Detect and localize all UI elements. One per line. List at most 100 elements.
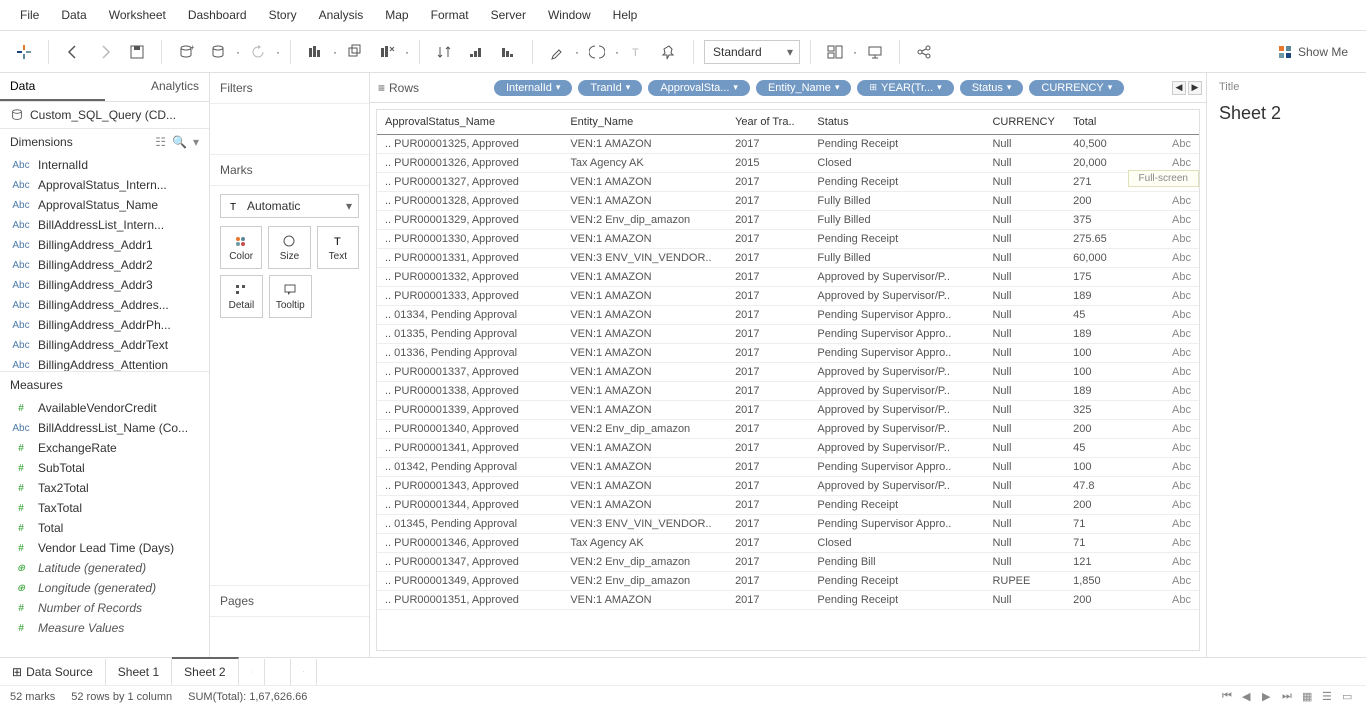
table-row[interactable]: .. PUR00001347, ApprovedVEN:2 Env_dip_am… bbox=[377, 553, 1199, 572]
mark-type-dropdown[interactable]: T Automatic bbox=[220, 194, 359, 218]
new-worksheet-icon[interactable] bbox=[301, 38, 329, 66]
table-row[interactable]: .. PUR00001337, ApprovedVEN:1 AMAZON2017… bbox=[377, 363, 1199, 382]
fit-dropdown[interactable]: Standard bbox=[704, 40, 800, 64]
view-as-icon[interactable]: ☷ bbox=[155, 135, 166, 149]
table-row[interactable]: .. PUR00001343, ApprovedVEN:1 AMAZON2017… bbox=[377, 477, 1199, 496]
field-item[interactable]: AbcBillAddressList_Name (Co... bbox=[0, 418, 209, 438]
field-item[interactable]: AbcApprovalStatus_Name bbox=[0, 195, 209, 215]
refresh-icon[interactable] bbox=[244, 38, 272, 66]
pause-auto-icon[interactable] bbox=[204, 38, 232, 66]
table-row[interactable]: .. 01336, Pending ApprovalVEN:1 AMAZON20… bbox=[377, 344, 1199, 363]
pin-icon[interactable] bbox=[655, 38, 683, 66]
field-item[interactable]: AbcBillingAddress_Addr3 bbox=[0, 275, 209, 295]
view-slides-icon[interactable]: ▭ bbox=[1342, 690, 1356, 704]
row-pill[interactable]: CURRENCY▾ bbox=[1029, 80, 1124, 96]
row-pill[interactable]: InternalId▾ bbox=[494, 80, 572, 96]
sort-desc-icon[interactable] bbox=[494, 38, 522, 66]
table-row[interactable]: .. PUR00001329, ApprovedVEN:2 Env_dip_am… bbox=[377, 211, 1199, 230]
field-item[interactable]: AbcBillAddressList_Intern... bbox=[0, 215, 209, 235]
menu-format[interactable]: Format bbox=[421, 4, 479, 26]
filters-shelf[interactable]: Filters bbox=[210, 73, 369, 104]
field-item[interactable]: #Measure Values bbox=[0, 618, 209, 638]
field-item[interactable]: #Number of Records bbox=[0, 598, 209, 618]
back-icon[interactable] bbox=[59, 38, 87, 66]
field-item[interactable]: #Vendor Lead Time (Days) bbox=[0, 538, 209, 558]
sheet-tab[interactable]: Sheet 2 bbox=[172, 657, 238, 685]
table-row[interactable]: .. PUR00001330, ApprovedVEN:1 AMAZON2017… bbox=[377, 230, 1199, 249]
table-row[interactable]: .. PUR00001328, ApprovedVEN:1 AMAZON2017… bbox=[377, 192, 1199, 211]
menu-help[interactable]: Help bbox=[603, 4, 648, 26]
new-story-tab-icon[interactable] bbox=[291, 659, 317, 685]
row-pill[interactable]: ⊞YEAR(Tr...▾ bbox=[857, 80, 953, 96]
table-row[interactable]: .. 01334, Pending ApprovalVEN:1 AMAZON20… bbox=[377, 306, 1199, 325]
row-pill[interactable]: Entity_Name▾ bbox=[756, 80, 852, 96]
save-icon[interactable] bbox=[123, 38, 151, 66]
new-datasource-icon[interactable]: + bbox=[172, 38, 200, 66]
field-item[interactable]: AbcBillingAddress_Addr2 bbox=[0, 255, 209, 275]
field-item[interactable]: #SubTotal bbox=[0, 458, 209, 478]
field-item[interactable]: #AvailableVendorCredit bbox=[0, 398, 209, 418]
view-grid-icon[interactable]: ▦ bbox=[1302, 690, 1316, 704]
forward-icon[interactable] bbox=[91, 38, 119, 66]
table-row[interactable]: .. 01345, Pending ApprovalVEN:3 ENV_VIN_… bbox=[377, 515, 1199, 534]
table-row[interactable]: .. PUR00001332, ApprovedVEN:1 AMAZON2017… bbox=[377, 268, 1199, 287]
tableau-logo-icon[interactable] bbox=[10, 38, 38, 66]
menu-data[interactable]: Data bbox=[51, 4, 96, 26]
table-row[interactable]: .. PUR00001351, ApprovedVEN:1 AMAZON2017… bbox=[377, 591, 1199, 610]
field-item[interactable]: AbcApprovalStatus_Intern... bbox=[0, 175, 209, 195]
cards-icon[interactable] bbox=[821, 38, 849, 66]
analytics-tab[interactable]: Analytics bbox=[105, 73, 210, 101]
presentation-icon[interactable] bbox=[861, 38, 889, 66]
measures-list[interactable]: #AvailableVendorCreditAbcBillAddressList… bbox=[0, 398, 209, 657]
marks-detail[interactable]: Detail bbox=[220, 275, 263, 318]
dim-menu-icon[interactable]: ▾ bbox=[193, 135, 199, 149]
table-row[interactable]: .. PUR00001325, ApprovedVEN:1 AMAZON2017… bbox=[377, 135, 1199, 154]
dimensions-list[interactable]: AbcInternalIdAbcApprovalStatus_Intern...… bbox=[0, 155, 209, 371]
row-pill[interactable]: Status▾ bbox=[960, 80, 1024, 96]
menu-server[interactable]: Server bbox=[481, 4, 536, 26]
sheet-tab[interactable]: Sheet 1 bbox=[106, 658, 172, 685]
swap-icon[interactable] bbox=[430, 38, 458, 66]
menu-map[interactable]: Map bbox=[375, 4, 418, 26]
table-row[interactable]: .. PUR00001331, ApprovedVEN:3 ENV_VIN_VE… bbox=[377, 249, 1199, 268]
row-pill[interactable]: TranId▾ bbox=[578, 80, 642, 96]
nav-prev-icon[interactable]: ◀ bbox=[1242, 690, 1256, 704]
field-item[interactable]: ⊕Longitude (generated) bbox=[0, 578, 209, 598]
menu-analysis[interactable]: Analysis bbox=[309, 4, 374, 26]
new-dashboard-tab-icon[interactable] bbox=[265, 659, 291, 685]
table-row[interactable]: .. PUR00001326, ApprovedTax Agency AK201… bbox=[377, 154, 1199, 173]
field-item[interactable]: ⊕Latitude (generated) bbox=[0, 558, 209, 578]
marks-text[interactable]: TText bbox=[317, 226, 359, 269]
field-item[interactable]: #Total bbox=[0, 518, 209, 538]
table-row[interactable]: .. PUR00001339, ApprovedVEN:1 AMAZON2017… bbox=[377, 401, 1199, 420]
field-item[interactable]: #ExchangeRate bbox=[0, 438, 209, 458]
new-worksheet-tab-icon[interactable]: + bbox=[239, 659, 265, 685]
shelf-left-icon[interactable]: ◀ bbox=[1172, 81, 1186, 95]
clear-icon[interactable] bbox=[373, 38, 401, 66]
table-row[interactable]: .. PUR00001344, ApprovedVEN:1 AMAZON2017… bbox=[377, 496, 1199, 515]
highlight-icon[interactable] bbox=[543, 38, 571, 66]
table-row[interactable]: .. PUR00001327, ApprovedVEN:1 AMAZON2017… bbox=[377, 173, 1199, 192]
nav-last-icon[interactable]: ⏭ bbox=[1282, 690, 1296, 704]
table-row[interactable]: .. PUR00001333, ApprovedVEN:1 AMAZON2017… bbox=[377, 287, 1199, 306]
sort-asc-icon[interactable] bbox=[462, 38, 490, 66]
view-film-icon[interactable]: ☰ bbox=[1322, 690, 1336, 704]
data-grid[interactable]: Full-screen ApprovalStatus_NameEntity_Na… bbox=[376, 109, 1200, 651]
show-me-button[interactable]: Show Me bbox=[1270, 41, 1356, 63]
table-row[interactable]: .. PUR00001340, ApprovedVEN:2 Env_dip_am… bbox=[377, 420, 1199, 439]
rows-shelf[interactable]: ≡Rows InternalId▾TranId▾ApprovalSta...▾E… bbox=[370, 73, 1206, 103]
field-item[interactable]: #TaxTotal bbox=[0, 498, 209, 518]
label-icon[interactable]: T bbox=[623, 38, 651, 66]
nav-first-icon[interactable]: ⏮ bbox=[1222, 690, 1236, 704]
shelf-right-icon[interactable]: ▶ bbox=[1188, 81, 1202, 95]
share-icon[interactable] bbox=[910, 38, 938, 66]
table-row[interactable]: .. 01335, Pending ApprovalVEN:1 AMAZON20… bbox=[377, 325, 1199, 344]
search-field-icon[interactable]: 🔍 bbox=[172, 135, 187, 149]
menu-file[interactable]: File bbox=[10, 4, 49, 26]
menu-worksheet[interactable]: Worksheet bbox=[99, 4, 176, 26]
group-icon[interactable] bbox=[583, 38, 611, 66]
datasource-tab[interactable]: ⊞Data Source bbox=[0, 659, 106, 685]
field-item[interactable]: AbcInternalId bbox=[0, 155, 209, 175]
menu-dashboard[interactable]: Dashboard bbox=[178, 4, 257, 26]
row-pill[interactable]: ApprovalSta...▾ bbox=[648, 80, 750, 96]
